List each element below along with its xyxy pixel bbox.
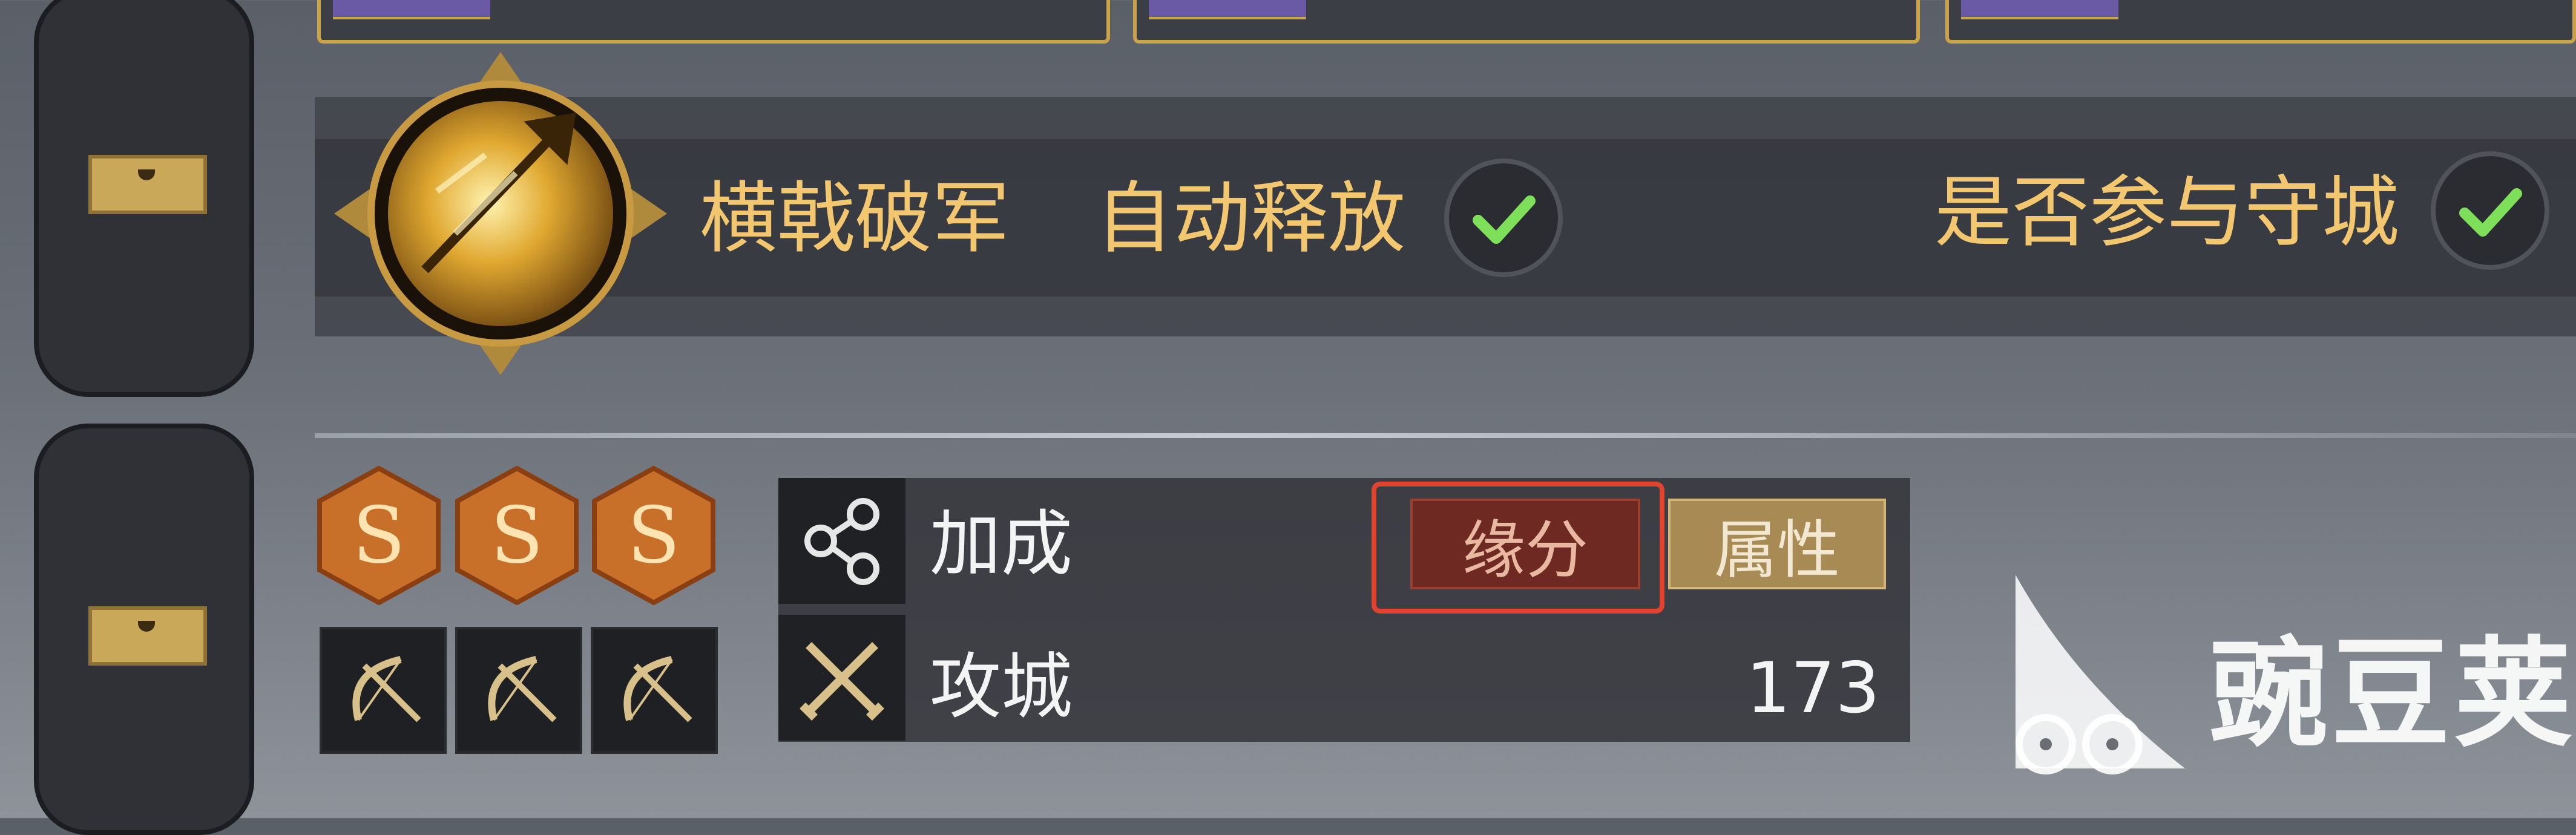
bonus-label: 加成 (930, 502, 1073, 586)
check-icon (2459, 188, 2522, 237)
chest-icon (88, 155, 207, 214)
tier-badge: S (317, 466, 441, 605)
top-card-2[interactable] (1133, 0, 1920, 44)
side-tab-panel-1[interactable] (34, 0, 254, 397)
tab-attributes[interactable]: 属性 (1668, 499, 1886, 589)
defend-city-checkbox[interactable] (2431, 151, 2549, 270)
bonus-icon (778, 478, 905, 604)
bow-icon (591, 627, 718, 754)
siege-label: 攻城 (930, 645, 1073, 729)
check-icon (1473, 195, 1536, 244)
siege-value: 173 (1746, 647, 1880, 729)
section-divider (315, 433, 2576, 438)
bow-icon (455, 627, 582, 754)
top-card-1[interactable] (317, 0, 1110, 44)
watermark-text: 豌豆荚 (2209, 626, 2576, 764)
chest-icon (88, 606, 207, 666)
top-card-3[interactable] (1945, 0, 2576, 44)
defend-city-label: 是否参与守城 (1934, 168, 2400, 258)
skill-icon[interactable] (334, 52, 667, 375)
skill-name: 横戟破军 (700, 174, 1010, 264)
auto-release-checkbox[interactable] (1444, 159, 1563, 277)
attribute-panel: 加成 缘分 属性 攻城 173 (778, 478, 1910, 742)
tier-badge: S (455, 466, 579, 605)
highlight-box (1372, 482, 1664, 614)
crossed-swords-icon (778, 615, 905, 741)
bow-icon (320, 627, 447, 754)
tier-badge: S (592, 466, 715, 605)
watermark-logo-icon (1991, 563, 2197, 805)
side-tab-panel-2[interactable] (34, 424, 254, 835)
auto-release-label: 自动释放 (1096, 174, 1406, 264)
